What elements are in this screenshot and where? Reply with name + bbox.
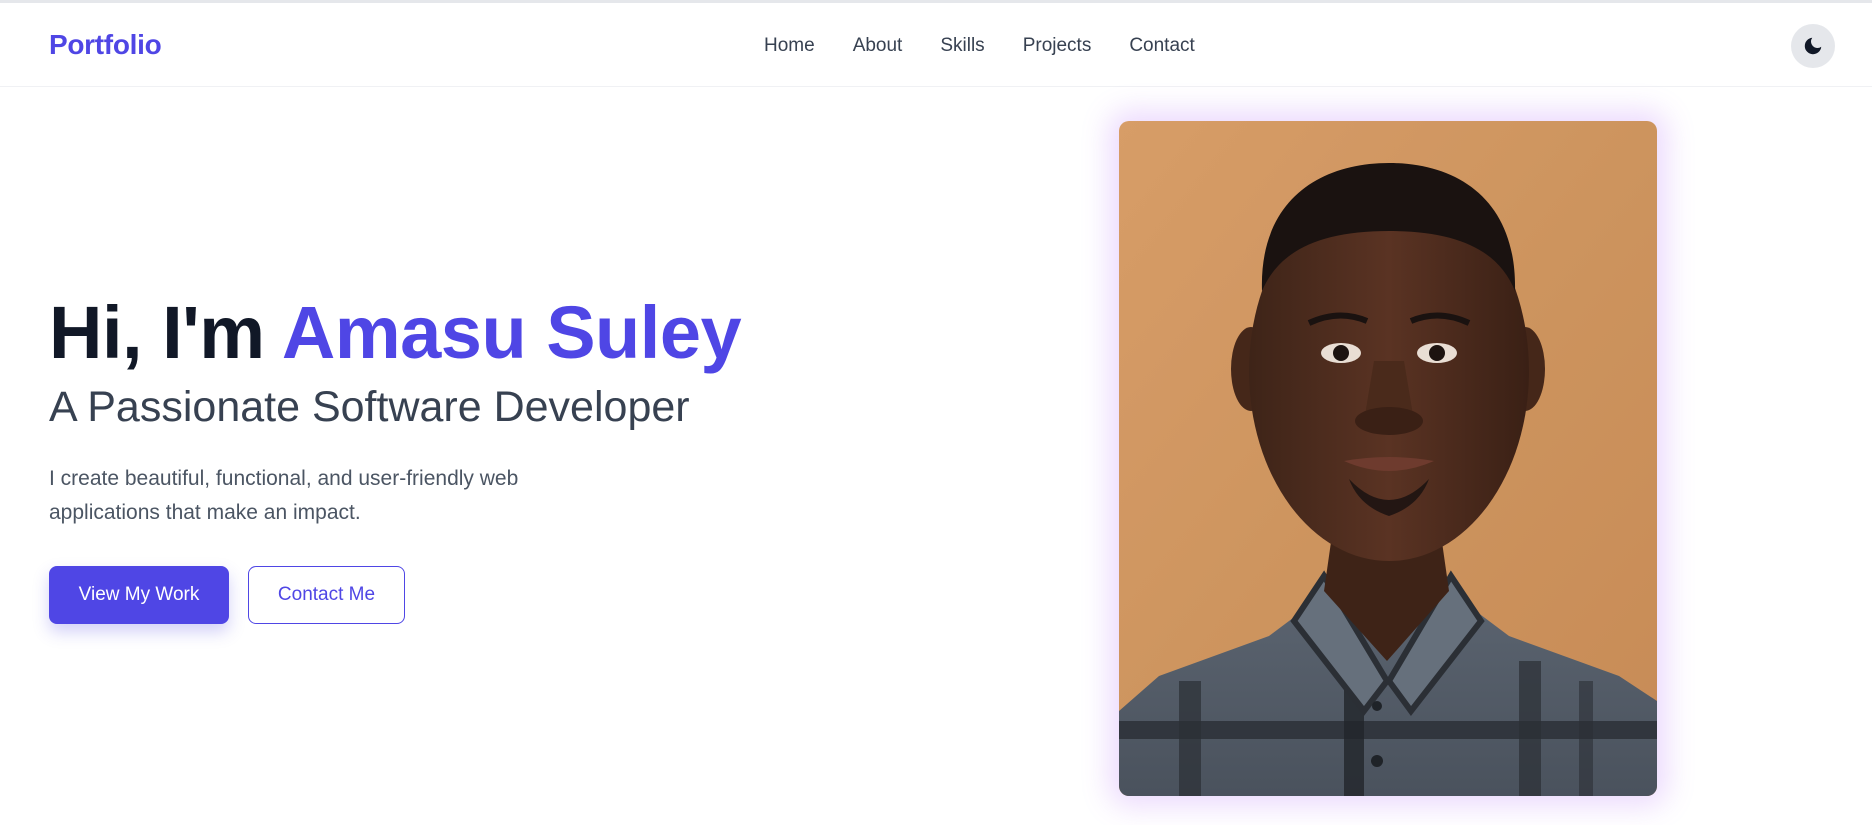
profile-photo-illustration — [1119, 121, 1657, 796]
contact-me-button[interactable]: Contact Me — [248, 566, 405, 624]
navbar: Portfolio Home About Skills Projects Con… — [0, 3, 1872, 87]
hero-subtitle: A Passionate Software Developer — [49, 383, 690, 431]
view-my-work-button[interactable]: View My Work — [49, 566, 229, 624]
nav-link-home[interactable]: Home — [764, 35, 815, 57]
hero-description: I create beautiful, functional, and user… — [49, 467, 519, 524]
theme-toggle-button[interactable] — [1791, 24, 1835, 68]
hero-name: Amasu Suley — [281, 291, 742, 374]
hero-greeting: Hi, I'm — [49, 291, 282, 374]
nav-link-about[interactable]: About — [853, 35, 903, 57]
nav-links: Home About Skills Projects Contact — [764, 35, 1195, 57]
hero-text-block: Hi, I'm Amasu Suley — [49, 290, 809, 376]
nav-link-contact[interactable]: Contact — [1129, 35, 1194, 57]
profile-photo — [1119, 121, 1657, 796]
nav-link-skills[interactable]: Skills — [940, 35, 984, 57]
moon-icon — [1804, 37, 1822, 55]
brand-logo-link[interactable]: Portfolio — [49, 29, 162, 61]
hero-heading: Hi, I'm Amasu Suley — [49, 290, 809, 376]
nav-link-projects[interactable]: Projects — [1023, 35, 1092, 57]
